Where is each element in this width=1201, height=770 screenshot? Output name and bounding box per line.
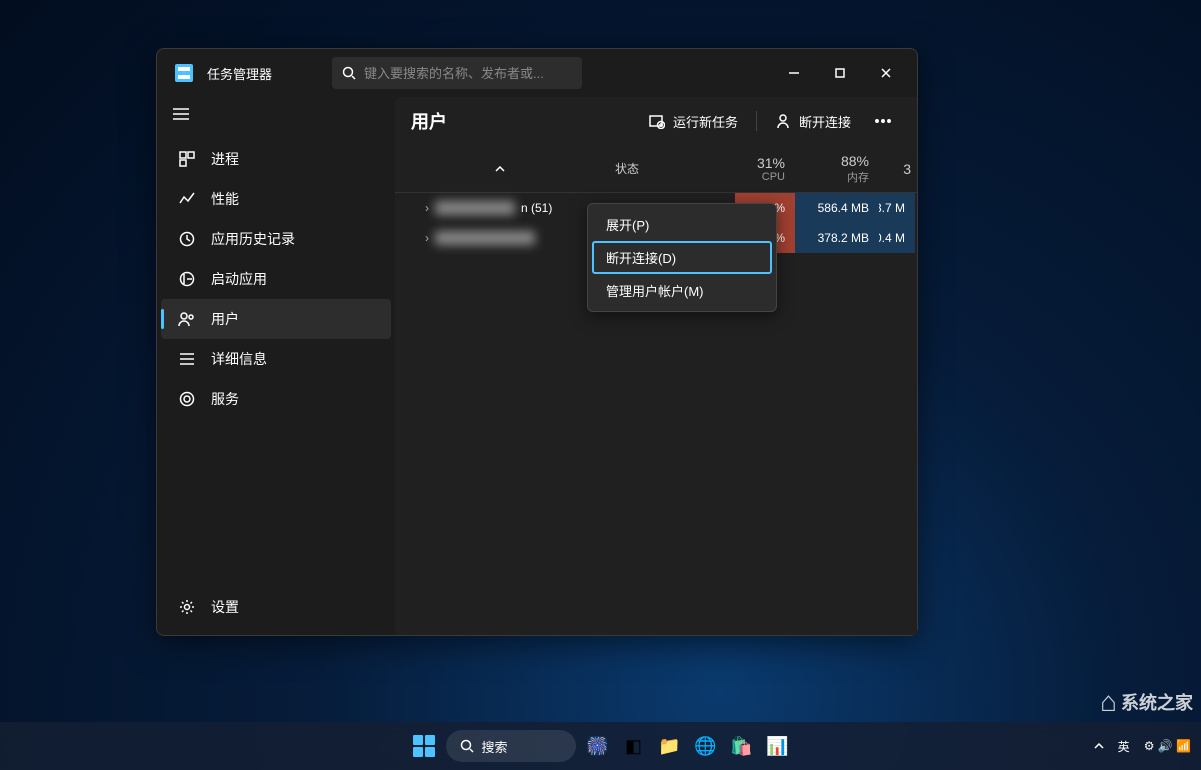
context-manage-account[interactable]: 管理用户帐户(M) [592, 274, 772, 307]
page-title: 用户 [411, 108, 447, 134]
sidebar-item-label: 进程 [211, 149, 239, 169]
sidebar-item-settings[interactable]: 设置 [161, 587, 391, 627]
run-task-icon [649, 113, 665, 129]
taskbar-search[interactable]: 搜索 [446, 730, 576, 762]
app-icon [175, 64, 193, 82]
edge-icon[interactable]: 🌐 [692, 732, 720, 760]
performance-icon [177, 189, 197, 209]
history-icon [177, 229, 197, 249]
sidebar: 进程 性能 应用历史记录 启动应用 用户 [157, 97, 395, 635]
sidebar-item-performance[interactable]: 性能 [161, 179, 391, 219]
app-title: 任务管理器 [207, 64, 272, 83]
context-disconnect[interactable]: 断开连接(D) [592, 241, 772, 274]
maximize-button[interactable] [817, 57, 863, 89]
table-header: 状态 31% CPU 88% 内存 3 [395, 145, 917, 193]
blurred-username [435, 201, 515, 215]
taskbar: 搜索 🎆 ◧ 📁 🌐 🛍️ 📊 英 ⚙ 🔊 📶 [0, 722, 1201, 770]
sidebar-item-details[interactable]: 详细信息 [161, 339, 391, 379]
run-new-task-button[interactable]: 运行新任务 [639, 106, 748, 137]
sidebar-item-services[interactable]: 服务 [161, 379, 391, 419]
column-cpu[interactable]: 31% CPU [735, 145, 795, 192]
task-manager-taskbar-icon[interactable]: 📊 [764, 732, 792, 760]
search-icon [342, 66, 356, 80]
sidebar-item-startup[interactable]: 启动应用 [161, 259, 391, 299]
sidebar-item-label: 服务 [211, 389, 239, 409]
more-options-button[interactable] [865, 113, 901, 129]
divider [756, 111, 757, 131]
sidebar-item-label: 性能 [211, 189, 239, 209]
store-icon[interactable]: 🛍️ [728, 732, 756, 760]
close-button[interactable] [863, 57, 909, 89]
search-input[interactable] [364, 66, 564, 81]
sidebar-item-label: 详细信息 [211, 349, 267, 369]
column-extra[interactable]: 3 [879, 145, 915, 192]
disconnect-button[interactable]: 断开连接 [765, 106, 861, 137]
column-status[interactable]: 状态 [605, 145, 735, 192]
sidebar-item-history[interactable]: 应用历史记录 [161, 219, 391, 259]
blurred-username [435, 231, 535, 245]
services-icon [177, 389, 197, 409]
sidebar-item-label: 用户 [211, 309, 239, 329]
start-button[interactable] [410, 732, 438, 760]
tray-icons[interactable]: ⚙ 🔊 📶 [1144, 739, 1191, 753]
system-tray[interactable]: 英 ⚙ 🔊 📶 [1094, 738, 1191, 755]
sidebar-item-label: 启动应用 [211, 269, 267, 289]
main-content: 用户 运行新任务 断开连接 [395, 97, 917, 635]
gear-icon [177, 597, 197, 617]
details-icon [177, 349, 197, 369]
task-manager-window: 任务管理器 进程 性能 [156, 48, 918, 636]
sidebar-item-label: 应用历史记录 [211, 229, 295, 249]
task-view-icon[interactable]: ◧ [620, 732, 648, 760]
users-icon [177, 309, 197, 329]
window-controls [771, 57, 909, 89]
search-box[interactable] [332, 57, 582, 89]
column-memory[interactable]: 88% 内存 [795, 145, 879, 192]
chevron-up-icon [1094, 743, 1104, 749]
settings-label: 设置 [211, 597, 239, 617]
titlebar[interactable]: 任务管理器 [157, 49, 917, 97]
chevron-right-icon: › [425, 231, 429, 245]
watermark: ⌂ 系统之家 [1100, 686, 1193, 718]
file-explorer-icon[interactable]: 📁 [656, 732, 684, 760]
ellipsis-icon [875, 119, 891, 123]
chevron-right-icon: › [425, 201, 429, 215]
search-icon [460, 739, 474, 753]
disconnect-icon [775, 113, 791, 129]
processes-icon [177, 149, 197, 169]
hamburger-button[interactable] [157, 101, 395, 131]
chevron-up-icon [495, 166, 505, 172]
minimize-button[interactable] [771, 57, 817, 89]
watermark-icon: ⌂ [1100, 686, 1117, 718]
sidebar-item-users[interactable]: 用户 [161, 299, 391, 339]
context-expand[interactable]: 展开(P) [592, 208, 772, 241]
context-menu: 展开(P) 断开连接(D) 管理用户帐户(M) [587, 203, 777, 312]
sidebar-item-processes[interactable]: 进程 [161, 139, 391, 179]
startup-icon [177, 269, 197, 289]
column-name[interactable] [395, 145, 605, 192]
widgets-icon[interactable]: 🎆 [584, 732, 612, 760]
